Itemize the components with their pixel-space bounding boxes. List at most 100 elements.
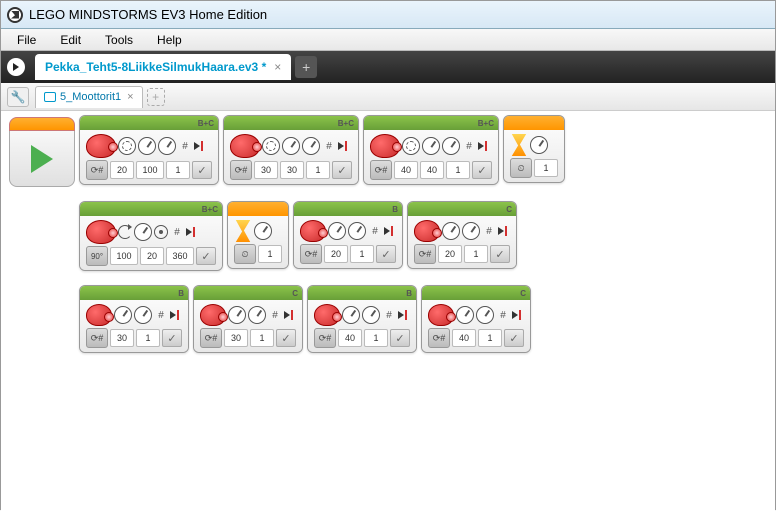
- value-field[interactable]: 40: [394, 161, 418, 179]
- time-dial-icon: [254, 222, 272, 240]
- hash-icon: #: [322, 139, 336, 153]
- degrees-icon: [154, 225, 168, 239]
- power-dial-icon: [342, 306, 360, 324]
- mode-selector[interactable]: ⟳#: [314, 328, 336, 348]
- value-field[interactable]: 40: [338, 329, 362, 347]
- value-field[interactable]: 30: [110, 329, 134, 347]
- brake-toggle[interactable]: ✓: [196, 247, 216, 265]
- value-field[interactable]: 1: [364, 329, 388, 347]
- value-field[interactable]: 1: [250, 329, 274, 347]
- brake-toggle[interactable]: ✓: [276, 329, 296, 347]
- value-field[interactable]: 40: [452, 329, 476, 347]
- value-field[interactable]: 30: [254, 161, 278, 179]
- mode-selector[interactable]: ⟳#: [86, 160, 108, 180]
- brake-icon: [194, 141, 206, 151]
- move-steering-block[interactable]: B+C # ⟳#201001✓: [79, 115, 219, 185]
- value-field[interactable]: 1: [258, 245, 282, 263]
- value-field[interactable]: 100: [136, 161, 164, 179]
- home-icon[interactable]: [7, 58, 25, 76]
- value-field[interactable]: 1: [464, 245, 488, 263]
- brake-toggle[interactable]: ✓: [376, 245, 396, 263]
- value-field[interactable]: 20: [140, 247, 164, 265]
- block-row: B # ⟳#301✓ C # ⟳#301✓ B # ⟳#401✓ C # ⟳#4…: [79, 285, 767, 353]
- value-field[interactable]: 1: [306, 161, 330, 179]
- steering-dial-icon: [118, 137, 136, 155]
- mode-selector[interactable]: ⟳#: [86, 328, 108, 348]
- large-motor-block[interactable]: C # ⟳#401✓: [421, 285, 531, 353]
- brake-toggle[interactable]: ✓: [490, 245, 510, 263]
- value-field[interactable]: 20: [324, 245, 348, 263]
- value-field[interactable]: 20: [438, 245, 462, 263]
- value-field[interactable]: 1: [478, 329, 502, 347]
- wait-block[interactable]: ⏲1: [503, 115, 565, 183]
- mode-selector[interactable]: ⏲: [510, 158, 532, 178]
- mode-selector[interactable]: ⟳#: [414, 244, 436, 264]
- brake-toggle[interactable]: ✓: [162, 329, 182, 347]
- mode-selector[interactable]: ⟳#: [200, 328, 222, 348]
- project-tab[interactable]: Pekka_Teht5-8LiikkeSilmukHaara.ev3 * ×: [35, 54, 291, 80]
- large-motor-block[interactable]: B # ⟳#301✓: [79, 285, 189, 353]
- value-field[interactable]: 30: [224, 329, 248, 347]
- close-icon[interactable]: ×: [274, 60, 281, 74]
- motor-icon: [428, 304, 454, 326]
- rotations-dial-icon: [248, 306, 266, 324]
- power-dial-icon: [328, 222, 346, 240]
- program-icon: [44, 92, 56, 102]
- program-canvas[interactable]: B+C # ⟳#201001✓ B+C # ⟳#30301✓ B+C # ⟳#4…: [1, 111, 775, 511]
- hash-icon: #: [496, 308, 510, 322]
- steering-dial-icon: [402, 137, 420, 155]
- move-steering-block[interactable]: B+C # ⟳#30301✓: [223, 115, 359, 185]
- menu-file[interactable]: File: [5, 30, 48, 50]
- large-motor-block[interactable]: C # ⟳#201✓: [407, 201, 517, 269]
- curve-arrow-icon: [118, 225, 132, 239]
- move-steering-block[interactable]: B+C # ⟳#40401✓: [363, 115, 499, 185]
- start-block[interactable]: [9, 117, 75, 187]
- rotations-dial-icon: [362, 306, 380, 324]
- wrench-icon[interactable]: 🔧: [7, 87, 29, 107]
- power-dial-icon: [422, 137, 440, 155]
- brake-toggle[interactable]: ✓: [472, 161, 492, 179]
- brake-toggle[interactable]: ✓: [390, 329, 410, 347]
- value-field[interactable]: 30: [280, 161, 304, 179]
- mode-selector[interactable]: ⏲: [234, 244, 256, 264]
- wait-block[interactable]: ⏲1: [227, 201, 289, 269]
- port-label: B+C: [478, 119, 494, 128]
- hash-icon: #: [382, 308, 396, 322]
- rotations-dial-icon: [134, 306, 152, 324]
- large-motor-block[interactable]: B # ⟳#401✓: [307, 285, 417, 353]
- brake-icon: [284, 310, 296, 320]
- mode-selector[interactable]: 90°: [86, 246, 108, 266]
- value-field[interactable]: 1: [136, 329, 160, 347]
- ev3-logo-icon: [7, 7, 23, 23]
- menu-help[interactable]: Help: [145, 30, 194, 50]
- value-field[interactable]: 360: [166, 247, 194, 265]
- large-motor-block[interactable]: B # ⟳#201✓: [293, 201, 403, 269]
- value-field[interactable]: 1: [166, 161, 190, 179]
- program-tab[interactable]: 5_Moottorit1 ×: [35, 86, 143, 108]
- add-project-button[interactable]: +: [295, 56, 317, 78]
- value-field[interactable]: 40: [420, 161, 444, 179]
- value-field[interactable]: 1: [446, 161, 470, 179]
- brake-toggle[interactable]: ✓: [192, 161, 212, 179]
- mode-selector[interactable]: ⟳#: [300, 244, 322, 264]
- mode-selector[interactable]: ⟳#: [428, 328, 450, 348]
- mode-selector[interactable]: ⟳#: [370, 160, 392, 180]
- menu-edit[interactable]: Edit: [48, 30, 93, 50]
- brake-toggle[interactable]: ✓: [332, 161, 352, 179]
- mode-selector[interactable]: ⟳#: [230, 160, 252, 180]
- brake-toggle[interactable]: ✓: [504, 329, 524, 347]
- hash-icon: #: [268, 308, 282, 322]
- close-icon[interactable]: ×: [127, 91, 133, 103]
- value-field[interactable]: 100: [110, 247, 138, 265]
- menu-tools[interactable]: Tools: [93, 30, 145, 50]
- value-field[interactable]: 1: [534, 159, 558, 177]
- brake-icon: [186, 227, 198, 237]
- add-program-button[interactable]: +: [147, 88, 165, 106]
- value-field[interactable]: 1: [350, 245, 374, 263]
- large-motor-block[interactable]: C # ⟳#301✓: [193, 285, 303, 353]
- move-tank-block[interactable]: B+C # 90°10020360✓: [79, 201, 223, 271]
- rotations-dial-icon: [158, 137, 176, 155]
- window-titlebar: LEGO MINDSTORMS EV3 Home Edition: [1, 1, 775, 29]
- value-field[interactable]: 20: [110, 161, 134, 179]
- power-dial-icon: [134, 223, 152, 241]
